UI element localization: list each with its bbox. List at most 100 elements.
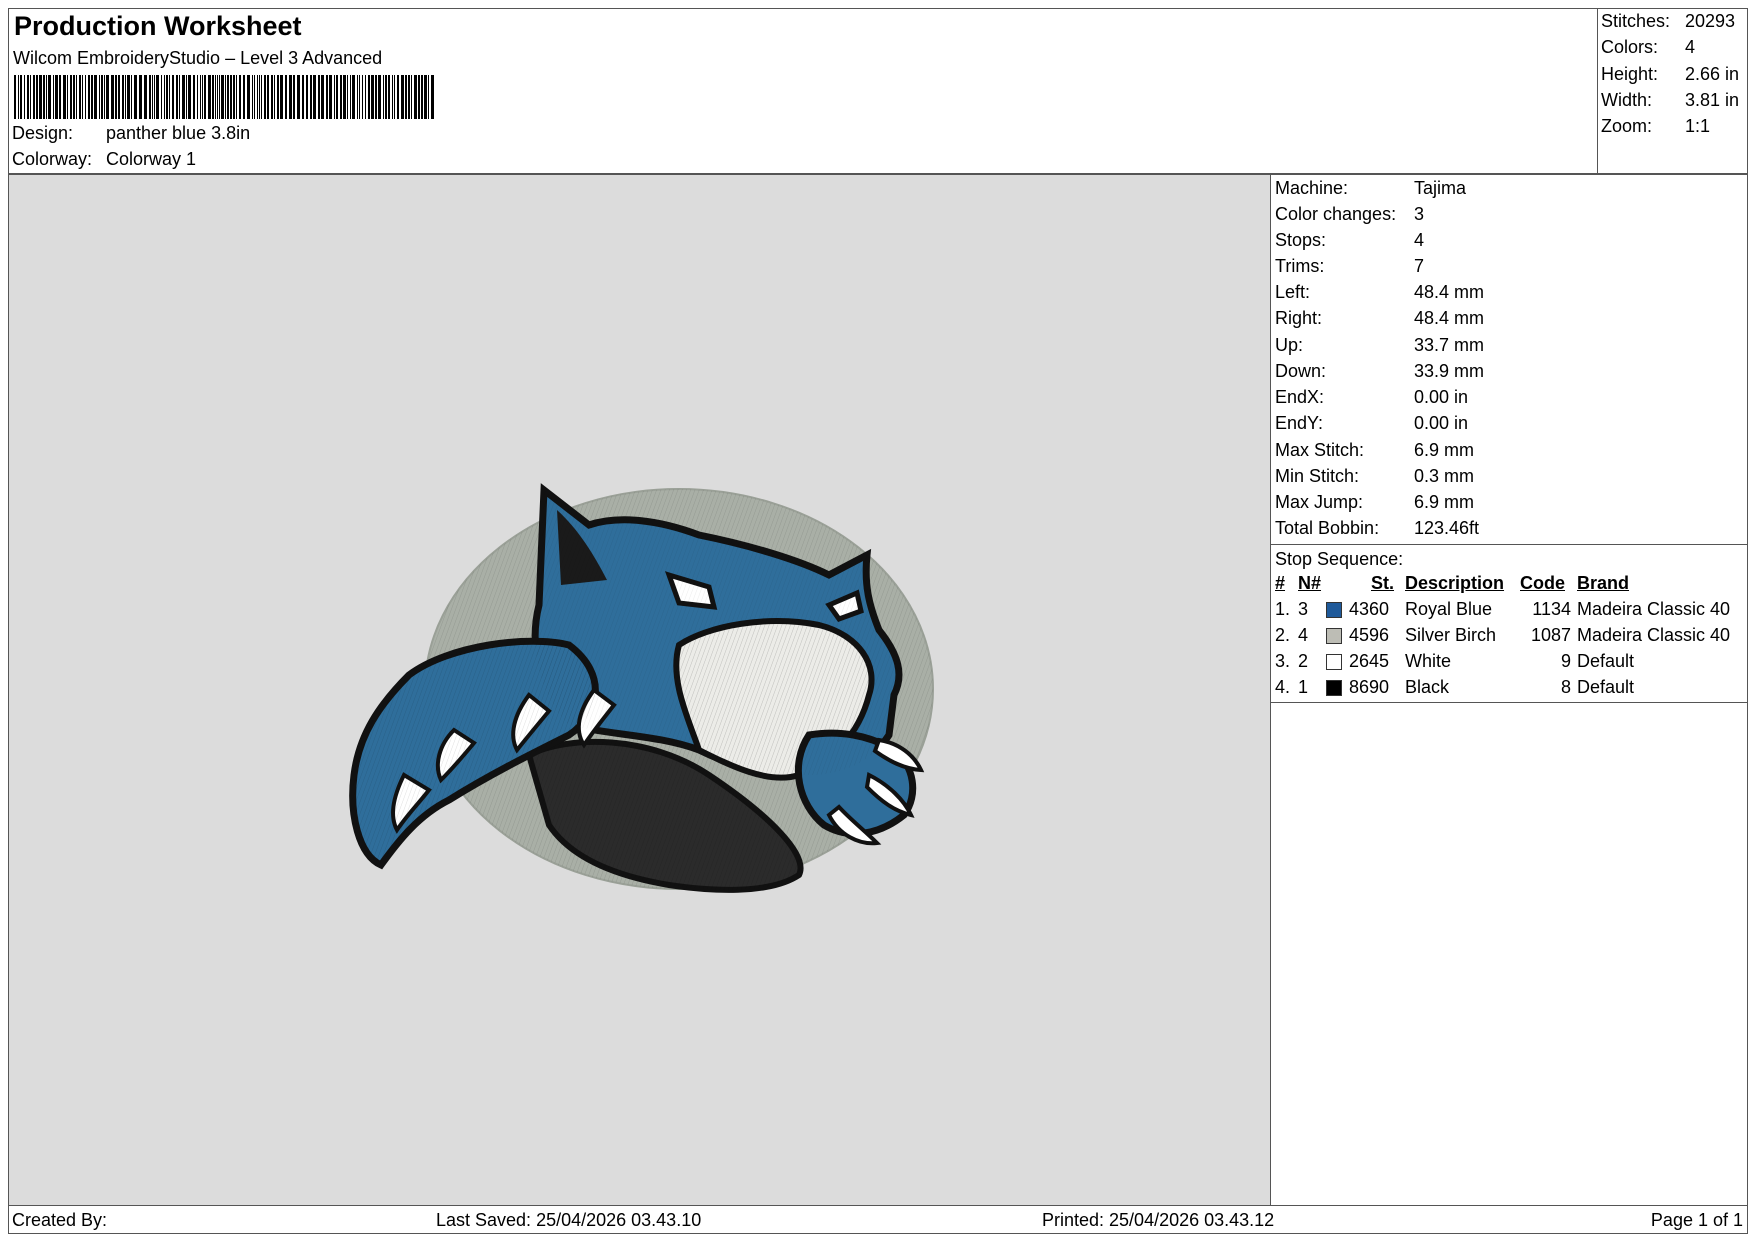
last-saved: Last Saved: 25/04/2026 03.43.10 <box>436 1210 702 1230</box>
thread-color-swatch <box>1326 628 1342 644</box>
stop-brand: Default <box>1577 677 1635 697</box>
header-left: Production Worksheet Wilcom EmbroiderySt… <box>9 9 1597 173</box>
design-row: Design: panther blue 3.8in <box>12 123 250 144</box>
info-label: Max Stitch: <box>1275 440 1365 460</box>
stop-brand: Madeira Classic 40 <box>1577 625 1731 645</box>
worksheet-footer: Created By: Last Saved: 25/04/2026 03.43… <box>8 1206 1748 1234</box>
stop-num: 3. <box>1275 651 1291 671</box>
stop-num: 1. <box>1275 599 1291 619</box>
info-row-left: Left: 48.4 mm <box>1275 282 1484 303</box>
stop-num: 2. <box>1275 625 1291 645</box>
summary-value: 20293 <box>1685 11 1736 31</box>
col-header-code: Code <box>1520 573 1565 593</box>
summary-value: 1:1 <box>1685 116 1711 136</box>
stop-sequence-section: Stop Sequence: # N# St. Description Code… <box>1271 545 1747 703</box>
info-label: Trims: <box>1275 256 1325 276</box>
stop-stitches: 8690 <box>1349 677 1390 697</box>
info-row-color-changes: Color changes: 3 <box>1275 204 1424 225</box>
stop-needle: 2 <box>1298 651 1309 671</box>
page-number: Page 1 of 1 <box>1650 1210 1743 1230</box>
stop-brand: Madeira Classic 40 <box>1577 599 1731 619</box>
stop-row: 1. 3 4360 Royal Blue 1134 Madeira Classic 40 <box>1271 599 1747 625</box>
info-value: 0.00 in <box>1414 413 1469 433</box>
thread-color-swatch <box>1326 654 1342 670</box>
page-title: Production Worksheet <box>14 11 302 41</box>
info-row-max-stitch: Max Stitch: 6.9 mm <box>1275 440 1474 461</box>
thread-color-swatch <box>1326 680 1342 696</box>
col-header-st: St. <box>1371 573 1395 593</box>
info-label: Color changes: <box>1275 204 1397 224</box>
stop-sequence-title: Stop Sequence: <box>1275 549 1404 569</box>
info-value: 0.00 in <box>1414 387 1469 407</box>
worksheet-header: Production Worksheet Wilcom EmbroiderySt… <box>8 8 1748 174</box>
design-preview-canvas <box>8 174 1271 1206</box>
colorway-label: Colorway: <box>12 149 93 169</box>
stop-num: 4. <box>1275 677 1291 697</box>
stop-sequence-header: # N# St. Description Code Brand <box>1271 573 1747 599</box>
info-value: 0.3 mm <box>1414 466 1475 486</box>
software-subtitle: Wilcom EmbroideryStudio – Level 3 Advanc… <box>13 48 383 68</box>
stop-row: 2. 4 4596 Silver Birch 1087 Madeira Classic 4… <box>1271 625 1747 651</box>
stop-needle: 1 <box>1298 677 1309 697</box>
stop-code: 8 <box>1560 677 1571 697</box>
stop-stitches: 2645 <box>1349 651 1390 671</box>
info-row-endx: EndX: 0.00 in <box>1275 387 1468 408</box>
panther-embroidery-image <box>349 483 934 893</box>
info-label: EndX: <box>1275 387 1325 407</box>
col-header-num: # <box>1275 573 1286 593</box>
col-header-description: Description <box>1405 573 1505 593</box>
info-label: Total Bobbin: <box>1275 518 1380 538</box>
stop-stitches: 4596 <box>1349 625 1390 645</box>
design-label: Design: <box>12 123 74 143</box>
summary-label: Zoom: <box>1601 116 1653 136</box>
summary-box: Stitches: 20293 Colors: 4 Height: 2.66 in W… <box>1597 9 1748 173</box>
summary-colors: Colors: 4 <box>1601 37 1695 58</box>
info-row-machine: Machine: Tajima <box>1275 178 1466 199</box>
info-label: Left: <box>1275 282 1311 302</box>
info-row-stops: Stops: 4 <box>1275 230 1424 251</box>
stop-code: 1134 <box>1532 599 1571 619</box>
stop-description: White <box>1405 651 1452 671</box>
colorway-row: Colorway: Colorway 1 <box>12 149 196 170</box>
thread-color-swatch <box>1326 602 1342 618</box>
info-value: Tajima <box>1414 178 1467 198</box>
info-row-trims: Trims: 7 <box>1275 256 1424 277</box>
stop-description: Royal Blue <box>1405 599 1493 619</box>
info-row-min-stitch: Min Stitch: 0.3 mm <box>1275 466 1474 487</box>
stop-row: 4. 1 8690 Black 8 Default <box>1271 677 1747 703</box>
info-value: 3 <box>1414 204 1425 224</box>
stop-row: 3. 2 2645 White 9 Default <box>1271 651 1747 677</box>
stop-needle: 3 <box>1298 599 1309 619</box>
info-row-down: Down: 33.9 mm <box>1275 361 1484 382</box>
info-label: Stops: <box>1275 230 1327 250</box>
summary-zoom: Zoom: 1:1 <box>1601 116 1710 137</box>
stop-description: Silver Birch <box>1405 625 1497 645</box>
col-header-n: N# <box>1298 573 1322 593</box>
summary-value: 4 <box>1685 37 1696 57</box>
stop-code: 9 <box>1560 651 1571 671</box>
info-row-max-jump: Max Jump: 6.9 mm <box>1275 492 1474 513</box>
stop-code: 1087 <box>1530 625 1571 645</box>
summary-width: Width: 3.81 in <box>1601 90 1739 111</box>
info-value: 48.4 mm <box>1414 282 1485 302</box>
info-label: Right: <box>1275 308 1323 328</box>
design-value: panther blue 3.8in <box>106 123 251 143</box>
info-value: 48.4 mm <box>1414 308 1485 328</box>
info-label: EndY: <box>1275 413 1324 433</box>
colorway-value: Colorway 1 <box>106 149 197 169</box>
info-label: Min Stitch: <box>1275 466 1360 486</box>
info-value: 6.9 mm <box>1414 492 1475 512</box>
created-by: Created By: <box>12 1210 108 1230</box>
summary-stitches: Stitches: 20293 <box>1601 11 1735 32</box>
summary-value: 2.66 in <box>1685 64 1740 84</box>
info-value: 7 <box>1414 256 1425 276</box>
info-label: Down: <box>1275 361 1327 381</box>
summary-label: Stitches: <box>1601 11 1671 31</box>
info-label: Machine: <box>1275 178 1349 198</box>
stop-stitches: 4360 <box>1349 599 1390 619</box>
stop-needle: 4 <box>1298 625 1309 645</box>
summary-label: Colors: <box>1601 37 1659 57</box>
summary-label: Height: <box>1601 64 1659 84</box>
machine-info-section: Machine: Tajima Color changes: 3 Stops: 4 T… <box>1271 175 1747 545</box>
printed-date: Printed: 25/04/2026 03.43.12 <box>1042 1210 1275 1230</box>
